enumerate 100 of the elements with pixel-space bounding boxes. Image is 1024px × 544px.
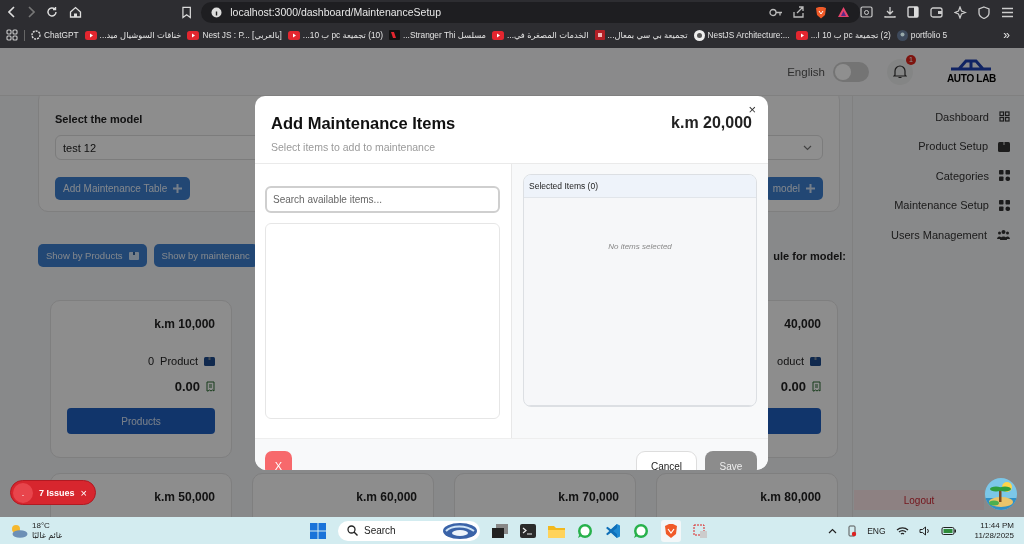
users-icon <box>997 229 1010 241</box>
triangle-icon[interactable] <box>837 6 850 18</box>
grid-icon <box>999 170 1010 182</box>
volume-icon[interactable] <box>918 525 931 536</box>
battery-icon[interactable] <box>940 525 957 536</box>
bookmark-link[interactable]: (2) تجميعة pc ب 10 ا... <box>795 30 891 40</box>
box-icon <box>204 356 215 366</box>
play-icon <box>287 30 300 40</box>
product-label: Product <box>160 355 198 367</box>
grid-icon <box>999 199 1010 211</box>
status-dot: . <box>13 482 33 503</box>
reader-icon[interactable] <box>860 6 873 18</box>
taskbar-app[interactable] <box>661 519 681 542</box>
nav-item[interactable]: Dashboard <box>935 102 1010 132</box>
product-count: 0 <box>147 355 155 367</box>
chat-icon[interactable] <box>577 522 593 539</box>
card-title: k.m 70,000 <box>558 490 619 504</box>
box-icon <box>128 251 139 260</box>
field-label: Select the model <box>55 113 143 125</box>
product-label: oduct <box>777 355 804 367</box>
modal-subtitle: Select items to add to maintenance <box>271 141 436 153</box>
bookmark-icon[interactable] <box>182 5 192 19</box>
weather-text: غائم غالبًا <box>32 530 63 541</box>
bookmark-link[interactable]: خناقات السوشيال ميد... <box>84 30 182 40</box>
taskbar-search[interactable]: Search <box>338 520 480 541</box>
task-view-icon[interactable] <box>492 523 508 538</box>
card-title: k.m 50,000 <box>154 490 215 504</box>
chat-icon[interactable] <box>633 522 649 539</box>
share-icon[interactable] <box>793 6 805 18</box>
nav-item[interactable]: Product Setup <box>918 131 1010 161</box>
panel-header: Selected Items (0) <box>524 175 756 198</box>
wifi-icon[interactable] <box>895 525 909 536</box>
bookmark-link[interactable]: (10) تجميعة pc ب 10... <box>287 30 383 40</box>
tile-icon <box>594 30 605 40</box>
search-field[interactable]: Search available items... <box>265 186 500 213</box>
box-icon <box>810 356 821 366</box>
bookmark-link[interactable]: portfolio 5 <box>896 29 948 41</box>
empty-message: No items selected <box>608 242 672 251</box>
circle-icon <box>693 29 705 41</box>
more-bookmarks[interactable]: » <box>1003 28 1010 42</box>
wallet-icon[interactable] <box>930 6 943 18</box>
chevron-up-icon[interactable] <box>828 527 838 534</box>
logo-text: AUTO LAB <box>946 73 996 84</box>
card-title: 40,000 <box>784 317 821 331</box>
bookmark-link[interactable]: تجميعة بي سي بمعال... <box>594 30 688 40</box>
card-title: k.m 10,000 <box>154 317 215 331</box>
key-icon[interactable] <box>769 7 783 17</box>
shield-icon[interactable] <box>978 5 990 19</box>
back-icon[interactable] <box>8 6 16 18</box>
code-editor-icon[interactable] <box>605 522 621 539</box>
address-bar[interactable]: localhost:3000/dashboard/MaintenanceSetup <box>201 1 860 23</box>
mileage-text: k.m 20,000 <box>671 114 752 133</box>
home-icon[interactable] <box>69 6 82 18</box>
price-text: 0.00 <box>780 379 806 394</box>
bookmark-link[interactable]: الخدمات المصغرة في... <box>492 30 589 40</box>
play-icon <box>492 30 505 40</box>
language-toggle[interactable] <box>832 61 869 82</box>
chevron-down-icon <box>803 144 812 151</box>
price-text: 0.00 <box>174 379 200 394</box>
plus-icon <box>806 184 815 193</box>
lion-shield-icon <box>664 522 678 539</box>
bookmark-link[interactable]: NestJS Architecture:... <box>693 29 790 41</box>
bell-icon <box>892 64 907 79</box>
swirl-icon <box>442 521 478 540</box>
bookmark-link[interactable]: ChatGPT <box>31 30 79 40</box>
usb-icon[interactable] <box>847 524 858 537</box>
windows-icon[interactable] <box>310 522 326 539</box>
terminal-icon[interactable] <box>520 523 536 538</box>
plus-icon <box>173 184 183 193</box>
close-button[interactable]: × <box>748 103 756 116</box>
play-icon <box>795 30 808 40</box>
menu-icon[interactable] <box>1001 6 1014 18</box>
language-indicator[interactable]: ENG <box>867 525 886 536</box>
nav-item[interactable]: Users Management <box>891 220 1010 250</box>
forward-icon[interactable] <box>27 6 35 18</box>
download-icon[interactable] <box>884 6 896 18</box>
cloud-icon <box>10 523 28 538</box>
reload-icon[interactable] <box>46 6 58 18</box>
search-icon <box>347 525 358 536</box>
box-icon <box>998 140 1010 152</box>
receipt-icon <box>206 381 215 392</box>
cancel-button[interactable]: Cancel <box>636 451 697 470</box>
sidebar-icon[interactable] <box>907 6 919 18</box>
dashboard-icon <box>999 111 1010 123</box>
bookmark-link[interactable]: Nest JS : P... [بالعربي] <box>187 30 282 40</box>
play-icon <box>84 30 97 40</box>
apps-icon[interactable] <box>6 29 18 41</box>
lion-shield-icon[interactable] <box>815 5 827 19</box>
bookmark-link[interactable]: مسلسل Stranger Thi... <box>389 30 487 40</box>
clock[interactable]: 11:44 PM 11/28/2025 <box>974 520 1014 541</box>
url-text: localhost:3000/dashboard/MaintenanceSetup <box>230 6 441 18</box>
info-icon[interactable] <box>211 6 223 18</box>
nav-item[interactable]: Maintenance Setup <box>894 190 1010 220</box>
sparkle-icon[interactable] <box>954 5 967 19</box>
issues-badge[interactable]: . 7 Issues × <box>10 480 96 505</box>
dismiss-button[interactable]: × <box>80 486 87 499</box>
card-title: k.m 80,000 <box>760 490 821 504</box>
nav-item[interactable]: Categories <box>935 161 1010 191</box>
temperature-text: 18°C <box>32 520 51 531</box>
section-heading: ule for model: <box>773 249 846 262</box>
